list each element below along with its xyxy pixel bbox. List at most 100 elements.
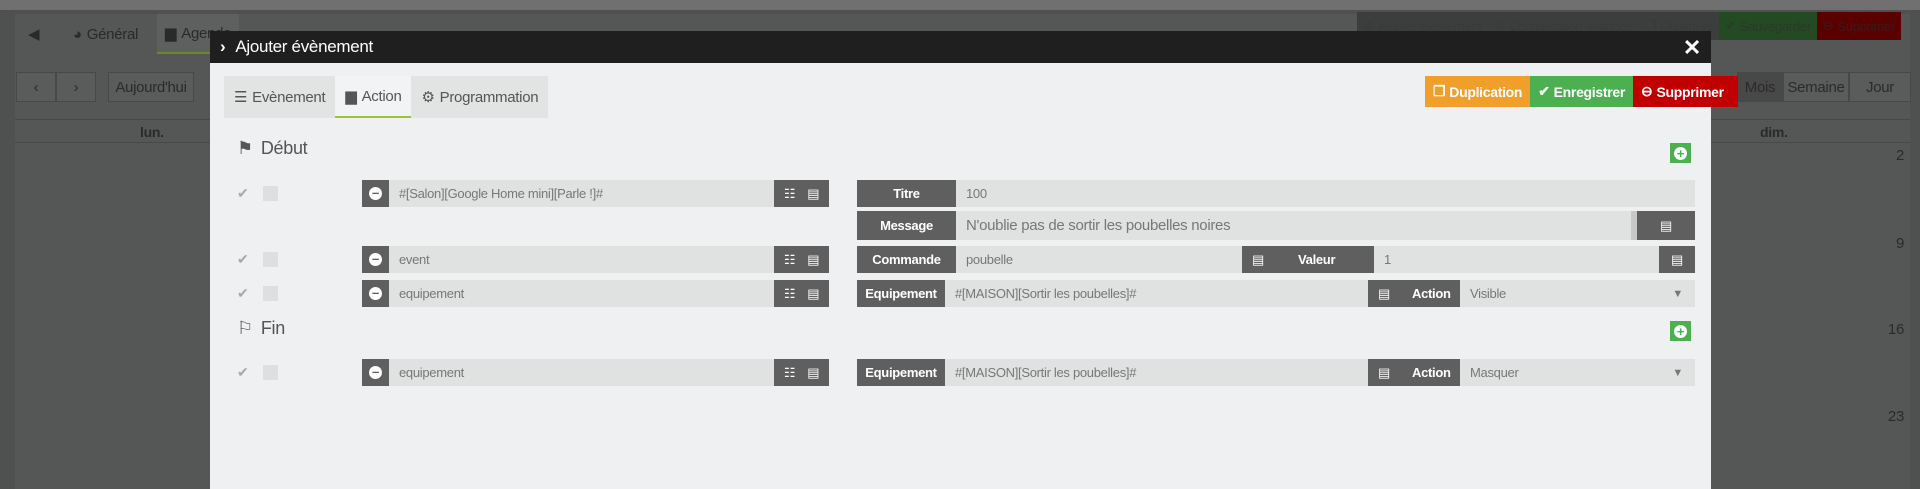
day-number[interactable]: 23 [1880, 408, 1904, 425]
list-alt-icon[interactable]: ▤ [1378, 365, 1390, 381]
parallel-checkbox[interactable] [263, 365, 278, 380]
action-label: Action [1411, 365, 1451, 380]
command-input[interactable]: equipement [389, 280, 774, 307]
valeur-input[interactable]: 1 [1374, 246, 1659, 273]
flag-icon: ⚑ [237, 138, 253, 158]
calendar-icon: ▆ [345, 88, 357, 105]
close-icon[interactable]: ✕ [1683, 35, 1701, 61]
list-alt-icon[interactable]: ▤ [807, 186, 819, 202]
enabled-checkbox[interactable]: ✔ [237, 252, 252, 267]
tasks-icon[interactable]: ☷ [784, 252, 796, 268]
list-alt-icon[interactable]: ▤ [1252, 252, 1264, 268]
message-textarea[interactable]: N'oublie pas de sortir les poubelles noi… [956, 211, 1637, 240]
commande-input[interactable]: poubelle [956, 246, 1242, 273]
titre-input[interactable]: 100 [956, 180, 1695, 207]
plus-circle-icon: + [1674, 324, 1687, 338]
equipement-label: Equipement [857, 280, 945, 307]
command-input[interactable]: event [389, 246, 774, 273]
tab-general[interactable]: ◕ Général [73, 14, 138, 54]
list-alt-icon[interactable]: ▤ [1378, 286, 1390, 302]
view-week-button[interactable]: Semaine [1783, 72, 1849, 102]
titre-label: Titre [857, 180, 956, 207]
plus-circle-icon: + [1674, 146, 1687, 160]
back-button[interactable]: ◀ [28, 14, 40, 54]
save-button[interactable]: ✔ Sauvegarder [1719, 12, 1817, 40]
view-day-button[interactable]: Jour [1849, 72, 1911, 102]
equipement-input[interactable]: #[MAISON][Sortir les poubelles]# [945, 359, 1368, 386]
tab-label: Général [86, 25, 139, 43]
equipement-input[interactable]: #[MAISON][Sortir les poubelles]# [945, 280, 1368, 307]
day-header-sun: dim. [1760, 124, 1788, 140]
duplication-button[interactable]: ❐ Duplication [1425, 76, 1531, 107]
label: Supprimer [1656, 83, 1724, 100]
section-title: Début [260, 138, 308, 158]
prev-button[interactable]: ‹ [16, 72, 56, 102]
tasks-icon[interactable]: ☷ [784, 286, 796, 302]
day-number[interactable]: 2 [1880, 147, 1904, 164]
enabled-checkbox[interactable]: ✔ [237, 365, 252, 380]
parallel-checkbox[interactable] [263, 186, 278, 201]
select-value: Masquer [1470, 365, 1519, 380]
remove-action-button[interactable]: – [362, 359, 389, 386]
action-select[interactable]: Visible ▼ [1460, 280, 1695, 307]
valeur-label: Valeur [1297, 252, 1336, 267]
tab-programmation[interactable]: ⚙ Programmation [411, 76, 548, 118]
tab-action[interactable]: ▆ Action [335, 76, 412, 118]
modal-header: › Ajouter évènement [210, 31, 1711, 63]
command-tools: ☷ ▤ [774, 359, 829, 386]
day-number[interactable]: 9 [1880, 235, 1904, 252]
list-alt-icon[interactable]: ▤ [807, 252, 819, 268]
list-alt-icon[interactable]: ▤ [807, 365, 819, 381]
copy-icon: ❐ [1433, 83, 1446, 99]
browser-top-bar [0, 0, 1920, 10]
message-field: Message N'oublie pas de sortir les poube… [857, 211, 1695, 240]
command-field: – #[Salon][Google Home mini][Parle !]# ☷… [362, 180, 829, 207]
calendar-icon: ▆ [165, 25, 177, 42]
command-field: – equipement ☷ ▤ [362, 280, 829, 307]
tasks-icon[interactable]: ☷ [784, 186, 796, 202]
parallel-checkbox[interactable] [263, 252, 278, 267]
enabled-checkbox[interactable]: ✔ [237, 286, 252, 301]
tasks-icon[interactable]: ☷ [784, 365, 796, 381]
message-label: Message [857, 211, 956, 240]
command-input[interactable]: equipement [389, 359, 774, 386]
minus-circle-icon: ⊖ [1641, 83, 1653, 99]
action-group: ▤ Action [1368, 280, 1460, 307]
remove-action-button[interactable]: – [362, 246, 389, 273]
enregistrer-button[interactable]: ✔ Enregistrer [1530, 76, 1634, 107]
label: Duplication [1449, 83, 1523, 100]
section-end: ⚐ Fin [237, 318, 285, 339]
minus-circle-icon: – [369, 252, 382, 266]
enabled-checkbox[interactable]: ✔ [237, 186, 252, 201]
command-input[interactable]: #[Salon][Google Home mini][Parle !]# [389, 180, 774, 207]
command-tools: ☷ ▤ [774, 246, 829, 273]
command-field: – event ☷ ▤ [362, 246, 829, 273]
delete-button[interactable]: ⊖ Supprimer [1816, 12, 1901, 40]
command-field: – equipement ☷ ▤ [362, 359, 829, 386]
add-start-action-button[interactable]: + [1670, 143, 1691, 163]
valeur-list-button[interactable]: ▤ [1659, 246, 1695, 273]
list-alt-icon: ▤ [1660, 217, 1672, 233]
remove-action-button[interactable]: – [362, 180, 389, 207]
today-button[interactable]: Aujourd'hui [108, 72, 194, 102]
view-month-button[interactable]: Mois [1737, 72, 1783, 102]
next-button[interactable]: › [56, 72, 96, 102]
list-alt-icon[interactable]: ▤ [807, 286, 819, 302]
check-circle-icon: ✔ [1725, 18, 1736, 33]
section-title: Fin [260, 318, 285, 338]
message-list-button[interactable]: ▤ [1637, 211, 1695, 240]
checkered-flag-icon: ⚐ [237, 318, 253, 338]
tab-evenement[interactable]: ☰ Evènement [224, 76, 335, 118]
list-icon: ☰ [234, 89, 248, 106]
command-tools: ☷ ▤ [774, 180, 829, 207]
supprimer-button[interactable]: ⊖ Supprimer [1633, 76, 1738, 107]
action-select[interactable]: Masquer ▼ [1460, 359, 1695, 386]
commande-label: Commande [857, 246, 956, 273]
parallel-checkbox[interactable] [263, 286, 278, 301]
titre-field: Titre 100 [857, 180, 1695, 207]
add-end-action-button[interactable]: + [1670, 321, 1691, 341]
day-number[interactable]: 16 [1880, 321, 1904, 338]
chevron-left-icon: ‹ [33, 78, 39, 96]
remove-action-button[interactable]: – [362, 280, 389, 307]
tab-label: Evènement [252, 88, 326, 106]
